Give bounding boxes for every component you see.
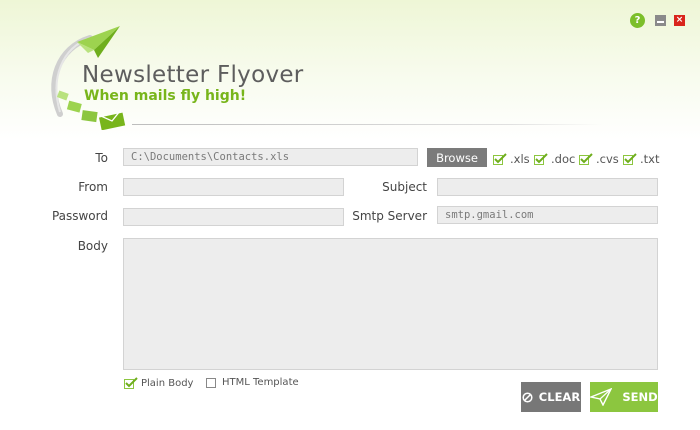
plain-body-checkbox[interactable]: Plain Body bbox=[124, 377, 193, 389]
checkmark-icon bbox=[579, 153, 593, 165]
filetype-cvs-label: .cvs bbox=[596, 152, 619, 166]
to-field[interactable]: C:\Documents\Contacts.xls bbox=[123, 148, 418, 166]
send-button[interactable]: SEND bbox=[590, 382, 658, 412]
filetype-doc-checkbox[interactable]: .doc bbox=[534, 152, 575, 166]
subject-field[interactable] bbox=[437, 178, 658, 196]
from-field[interactable] bbox=[123, 178, 344, 196]
smtp-label: Smtp Server bbox=[352, 209, 427, 223]
filetype-txt-label: .txt bbox=[640, 152, 660, 166]
html-template-label: HTML Template bbox=[222, 377, 299, 388]
checkmark-icon bbox=[124, 377, 138, 389]
browse-button[interactable]: Browse bbox=[427, 148, 487, 167]
filetype-xls-label: .xls bbox=[510, 152, 530, 166]
app-title: Newsletter Flyover bbox=[82, 62, 304, 88]
minimize-icon[interactable] bbox=[655, 15, 666, 26]
to-label: To bbox=[95, 151, 108, 165]
smtp-field[interactable]: smtp.gmail.com bbox=[437, 206, 658, 224]
clear-circle-slash-icon bbox=[522, 391, 533, 403]
plain-body-label: Plain Body bbox=[141, 377, 194, 389]
body-label: Body bbox=[77, 239, 108, 253]
filetype-xls-checkbox[interactable]: .xls bbox=[493, 152, 530, 166]
filetype-cvs-checkbox[interactable]: .cvs bbox=[579, 152, 619, 166]
from-label: From bbox=[78, 180, 108, 194]
filetype-doc-label: .doc bbox=[551, 152, 576, 166]
window-controls: ? × bbox=[630, 13, 685, 28]
send-button-label: SEND bbox=[622, 390, 658, 404]
checkmark-icon bbox=[534, 153, 548, 165]
password-field[interactable] bbox=[123, 208, 344, 226]
subject-label: Subject bbox=[382, 180, 427, 194]
checkmark-icon bbox=[623, 153, 637, 165]
checkbox-box bbox=[206, 377, 216, 388]
clear-button[interactable]: CLEAR bbox=[521, 382, 581, 412]
html-template-checkbox[interactable]: HTML Template bbox=[206, 377, 299, 388]
app-tagline: When mails fly high! bbox=[84, 88, 247, 104]
body-textarea[interactable] bbox=[123, 238, 658, 370]
paper-plane-icon bbox=[590, 388, 613, 406]
header-divider bbox=[132, 124, 602, 125]
close-icon[interactable]: × bbox=[674, 15, 685, 26]
password-label: Password bbox=[51, 209, 108, 223]
filetype-txt-checkbox[interactable]: .txt bbox=[623, 152, 659, 166]
checkmark-icon bbox=[493, 153, 507, 165]
clear-button-label: CLEAR bbox=[538, 390, 581, 404]
help-icon[interactable]: ? bbox=[630, 13, 645, 28]
